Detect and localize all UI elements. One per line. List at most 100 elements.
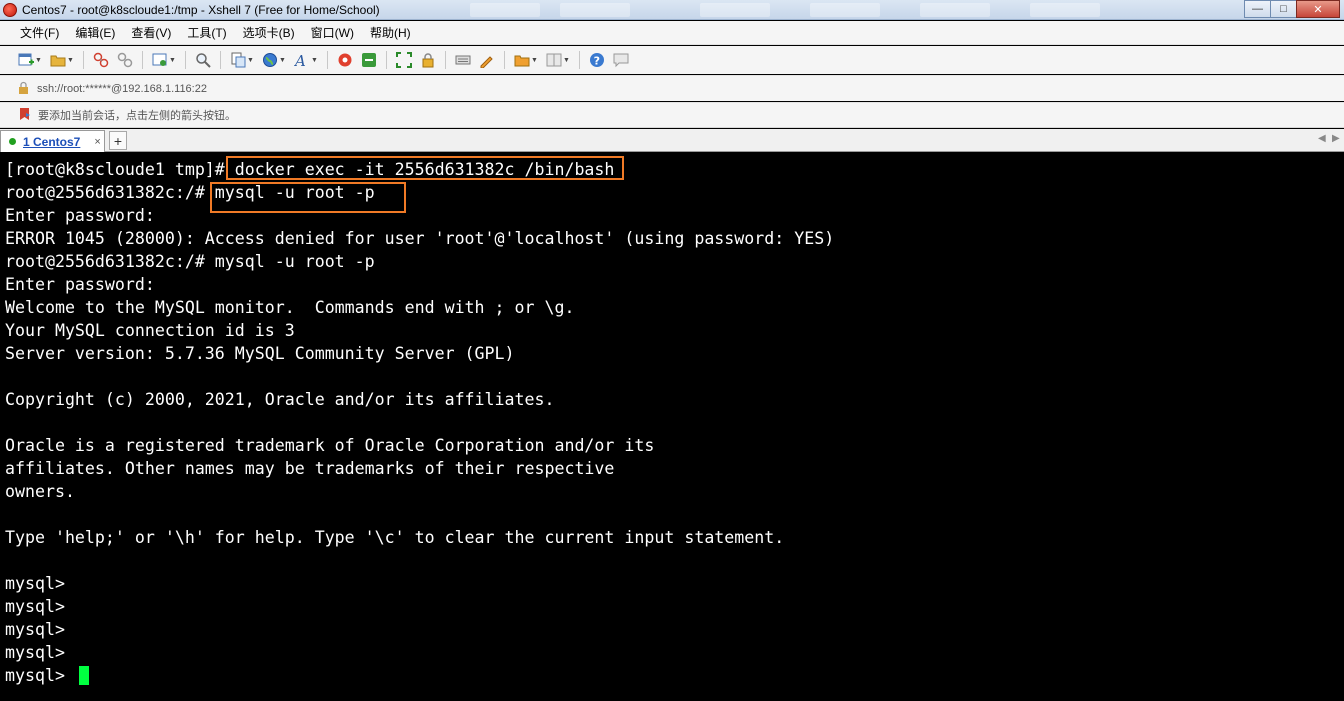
menu-edit[interactable]: 编辑(E) [75, 24, 115, 41]
terminal-line: Oracle is a registered trademark of Orac… [5, 436, 655, 455]
terminal-line: Enter password: [5, 206, 155, 225]
copy-paste-icon[interactable] [229, 51, 247, 69]
dropdown-arrow-icon[interactable]: ▼ [35, 57, 43, 64]
address-text[interactable]: ssh://root:******@192.168.1.116:22 [37, 83, 207, 95]
tab-scroll-right-icon[interactable]: ▶ [1332, 133, 1340, 144]
close-tab-icon[interactable]: × [94, 136, 100, 148]
connected-status-icon [9, 138, 16, 145]
docker-exec-highlight-box [226, 156, 624, 180]
menu-help[interactable]: 帮助(H) [370, 24, 411, 41]
toolbar-separator [185, 51, 186, 69]
open-folder-icon[interactable] [49, 51, 67, 69]
connect-icon[interactable] [92, 51, 110, 69]
disconnect-icon[interactable] [116, 51, 134, 69]
keyboard-icon[interactable] [454, 51, 472, 69]
tab-bar: 1 Centos7 × + ◀ ▶ [0, 129, 1344, 152]
terminal-line: mysql> [5, 574, 65, 593]
toolbar-separator [220, 51, 221, 69]
terminal-line: mysql> [5, 597, 65, 616]
menu-window[interactable]: 窗口(W) [311, 24, 354, 41]
toolbar-separator [579, 51, 580, 69]
taskbar-ghost [470, 3, 540, 17]
terminal-line: Welcome to the MySQL monitor. Commands e… [5, 298, 575, 317]
dropdown-arrow-icon[interactable]: ▼ [169, 57, 177, 64]
terminal-line: Server version: 5.7.36 MySQL Community S… [5, 344, 515, 363]
close-button[interactable]: ✕ [1296, 0, 1340, 18]
terminal-line: mysql> [5, 620, 65, 639]
lock-icon [18, 81, 29, 97]
menu-tabs[interactable]: 选项卡(B) [243, 24, 295, 41]
toolbar-separator [445, 51, 446, 69]
tab-label[interactable]: 1 Centos7 [23, 135, 80, 149]
globe-icon[interactable] [261, 51, 279, 69]
toolbar-separator [83, 51, 84, 69]
toolbar-separator [142, 51, 143, 69]
search-icon[interactable] [194, 51, 212, 69]
tunnel-icon[interactable] [360, 51, 378, 69]
title-bar: Centos7 - root@k8scloude1:/tmp - Xshell … [0, 0, 1344, 20]
help-icon[interactable]: ? [588, 51, 606, 69]
menu-tools[interactable]: 工具(T) [187, 24, 226, 41]
xshell-logo-icon [3, 2, 17, 17]
dropdown-arrow-icon[interactable]: ▼ [563, 57, 571, 64]
terminal-line: Your MySQL connection id is 3 [5, 321, 295, 340]
lock-icon[interactable] [419, 51, 437, 69]
fullscreen-icon[interactable] [395, 51, 413, 69]
svg-text:?: ? [594, 55, 600, 68]
properties-icon[interactable] [151, 51, 169, 69]
terminal-line: root@2556d631382c:/# mysql -u root -p [5, 183, 375, 202]
taskbar-ghost [1030, 3, 1100, 17]
dropdown-arrow-icon[interactable]: ▼ [67, 57, 75, 64]
terminal-line: affiliates. Other names may be trademark… [5, 459, 615, 478]
toolbar-separator [504, 51, 505, 69]
terminal-prompt: mysql> [5, 666, 75, 685]
layout-icon[interactable] [545, 51, 563, 69]
add-tab-button[interactable]: + [109, 131, 127, 150]
script-icon[interactable] [478, 51, 496, 69]
new-session-icon[interactable] [17, 51, 35, 69]
taskbar-ghost [810, 3, 880, 17]
terminal-line: Copyright (c) 2000, 2021, Oracle and/or … [5, 390, 555, 409]
font-icon[interactable]: A [293, 51, 311, 69]
terminal-output: [root@k8scloude1 tmp]# docker exec -it 2… [5, 158, 834, 687]
menu-bar: 文件(F) 编辑(E) 查看(V) 工具(T) 选项卡(B) 窗口(W) 帮助(… [0, 21, 1344, 45]
window-title: Centos7 - root@k8scloude1:/tmp - Xshell … [22, 2, 380, 17]
dropdown-arrow-icon[interactable]: ▼ [247, 57, 255, 64]
address-bar: ssh://root:******@192.168.1.116:22 [0, 75, 1344, 101]
terminal-line: root@2556d631382c:/# mysql -u root -p [5, 252, 375, 271]
minimize-button[interactable]: — [1244, 0, 1271, 18]
menu-view[interactable]: 查看(V) [131, 24, 171, 41]
add-to-folder-icon[interactable] [513, 51, 531, 69]
mysql-login-highlight-box [210, 182, 406, 213]
bookmark-arrow-icon[interactable] [18, 107, 32, 124]
hint-text: 要添加当前会话，点击左侧的箭头按钮。 [38, 110, 236, 122]
terminal-line: ERROR 1045 (28000): Access denied for us… [5, 229, 835, 248]
xftp-icon[interactable] [336, 51, 354, 69]
toolbar-separator [386, 51, 387, 69]
dropdown-arrow-icon[interactable]: ▼ [311, 57, 319, 64]
terminal[interactable]: [root@k8scloude1 tmp]# docker exec -it 2… [0, 153, 1344, 701]
hint-bar: 要添加当前会话，点击左侧的箭头按钮。 [0, 102, 1344, 128]
maximize-button[interactable]: □ [1270, 0, 1297, 18]
tab-centos7[interactable]: 1 Centos7 × [0, 130, 105, 152]
menu-file[interactable]: 文件(F) [20, 24, 59, 41]
taskbar-ghost [700, 3, 770, 17]
taskbar-ghost [920, 3, 990, 17]
tab-scroll-left-icon[interactable]: ◀ [1318, 133, 1326, 144]
taskbar-ghost [560, 3, 630, 17]
chat-icon[interactable] [612, 51, 630, 69]
terminal-line: Enter password: [5, 275, 155, 294]
svg-text:A: A [294, 52, 306, 68]
terminal-line: Type 'help;' or '\h' for help. Type '\c'… [5, 528, 785, 547]
terminal-prompt-line: mysql> [5, 664, 834, 687]
toolbar: ▼ ▼ ▼ ▼ ▼ A ▼ ▼ ▼ ? [0, 46, 1344, 74]
dropdown-arrow-icon[interactable]: ▼ [531, 57, 539, 64]
terminal-line: mysql> [5, 643, 65, 662]
terminal-cursor [78, 666, 89, 685]
dropdown-arrow-icon[interactable]: ▼ [279, 57, 287, 64]
terminal-line: owners. [5, 482, 75, 501]
